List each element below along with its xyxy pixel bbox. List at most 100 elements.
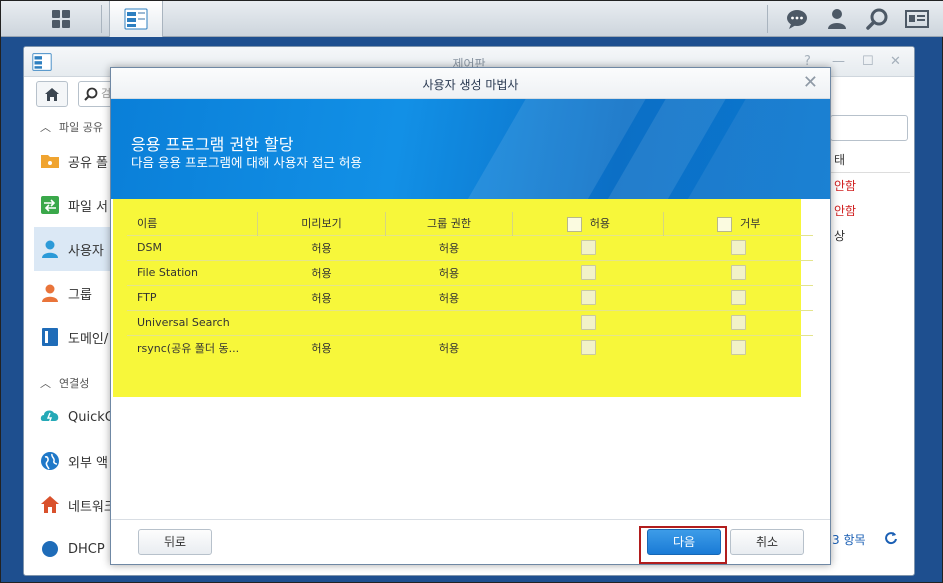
close-icon[interactable]: ✕ — [890, 54, 901, 69]
section-label: 연결성 — [59, 377, 90, 390]
deny-cell — [663, 284, 813, 310]
sidebar-item-label: 그룹 — [68, 287, 92, 303]
group-permission-cell — [385, 309, 513, 335]
notifications-button[interactable] — [777, 1, 817, 37]
taskbar-control-panel-button[interactable] — [109, 1, 163, 37]
status-cell: 안함 — [834, 204, 857, 218]
column-header-deny[interactable]: 거부 — [664, 212, 813, 235]
app-name-cell: rsync(공유 폴더 동... — [127, 334, 258, 360]
quickconnect-icon — [40, 410, 59, 424]
search-button[interactable] — [857, 1, 897, 37]
column-header-group-permission[interactable]: 그룹 권한 — [385, 212, 514, 235]
grid-icon — [52, 10, 70, 28]
group-permission-cell: 허용 — [385, 234, 513, 260]
allow-cell — [512, 234, 664, 260]
deny-cell — [663, 234, 813, 260]
shared-folder-icon — [41, 155, 59, 168]
home-icon — [45, 87, 59, 101]
preview-cell: 허용 — [257, 334, 386, 360]
dhcp-icon — [42, 541, 58, 557]
sidebar-item-label: 도메인/ — [68, 331, 109, 347]
domain-icon — [42, 328, 58, 346]
group-permission-cell: 허용 — [385, 334, 513, 360]
status-cell: 안함 — [834, 179, 857, 193]
deny-checkbox[interactable] — [730, 290, 746, 305]
search-icon — [84, 87, 98, 101]
maximize-icon[interactable]: ☐ — [862, 54, 874, 69]
minimize-icon[interactable]: — — [832, 54, 845, 69]
close-icon[interactable]: ✕ — [803, 72, 818, 93]
table-row[interactable]: rsync(공유 폴더 동... 허용 허용 — [127, 334, 813, 360]
allow-checkbox[interactable] — [580, 340, 596, 356]
user-filter-input[interactable] — [830, 115, 908, 141]
deny-all-checkbox[interactable] — [717, 216, 733, 232]
sidebar-item-label: 네트워크 — [68, 499, 116, 515]
sidebar-item-label: DHCP — [68, 541, 105, 557]
app-name-cell: FTP — [127, 284, 258, 310]
allow-checkbox[interactable] — [580, 315, 596, 330]
app-name-cell: DSM — [127, 234, 258, 260]
deny-cell — [663, 309, 813, 335]
status-cell: 상 — [834, 229, 846, 243]
cancel-button[interactable]: 취소 — [730, 529, 804, 555]
item-count: 3 항목 — [832, 533, 866, 547]
sidebar-section-connectivity[interactable]: ︿ 연결성 — [40, 375, 89, 391]
control-panel-sidebar: ︿ 파일 공유 공유 폴 파일 서 사용자 그룹 도메인/ ︿ 연결성 Quic… — [24, 113, 124, 575]
allow-checkbox[interactable] — [580, 265, 596, 280]
user-creation-wizard: 사용자 생성 마법사 ✕ 응용 프로그램 권한 할당 다음 응용 프로그램에 대… — [110, 67, 831, 565]
app-name-cell: File Station — [127, 259, 258, 285]
back-button[interactable]: 뒤로 — [138, 529, 212, 555]
table-row[interactable]: FTP 허용 허용 — [127, 284, 813, 310]
id-card-icon — [905, 10, 929, 28]
group-permission-cell: 허용 — [385, 259, 513, 285]
table-row[interactable]: File Station 허용 허용 — [127, 259, 813, 285]
user-menu-button[interactable] — [817, 1, 857, 37]
status-column-header[interactable]: 태 — [830, 151, 910, 173]
sidebar-item-label: 외부 액 — [68, 455, 109, 471]
refresh-icon[interactable] — [884, 531, 898, 545]
next-button-highlight — [639, 526, 727, 564]
network-icon — [41, 496, 59, 513]
deny-cell — [663, 334, 813, 360]
deny-label: 거부 — [740, 217, 761, 230]
preview-cell: 허용 — [257, 259, 386, 285]
allow-all-checkbox[interactable] — [566, 216, 582, 232]
column-header-preview[interactable]: 미리보기 — [257, 212, 386, 235]
wizard-titlebar: 사용자 생성 마법사 ✕ — [111, 68, 830, 99]
deny-checkbox[interactable] — [730, 315, 746, 330]
taskbar — [1, 1, 943, 37]
preview-cell: 허용 — [257, 284, 386, 310]
table-header-row: 이름 미리보기 그룹 권한 허용 거부 — [127, 212, 813, 235]
deny-checkbox[interactable] — [730, 340, 746, 356]
sidebar-item-label: 파일 서 — [68, 199, 109, 215]
chevron-up-icon: ︿ — [40, 377, 51, 390]
table-row[interactable]: Universal Search — [127, 309, 813, 335]
deny-checkbox[interactable] — [730, 240, 746, 255]
sidebar-section-file-sharing[interactable]: ︿ 파일 공유 — [40, 119, 103, 135]
group-permission-cell: 허용 — [385, 284, 513, 310]
sidebar-item-label: QuickC — [68, 409, 114, 425]
column-header-allow[interactable]: 허용 — [512, 212, 665, 235]
home-button[interactable] — [36, 81, 68, 107]
control-panel-icon — [124, 8, 148, 30]
user-icon — [828, 9, 846, 29]
search-icon — [866, 8, 888, 30]
deny-checkbox[interactable] — [730, 265, 746, 280]
sidebar-item-label: 사용자 — [68, 243, 104, 259]
column-header-name[interactable]: 이름 — [127, 212, 259, 235]
allow-checkbox[interactable] — [580, 290, 596, 305]
allow-checkbox[interactable] — [580, 240, 596, 255]
widgets-button[interactable] — [897, 1, 937, 37]
main-menu-button[interactable] — [41, 1, 81, 37]
section-label: 파일 공유 — [59, 121, 103, 134]
app-name-cell: Universal Search — [127, 309, 258, 335]
table-row[interactable]: DSM 허용 허용 — [127, 234, 813, 260]
chevron-up-icon: ︿ — [40, 121, 51, 134]
sidebar-item-label: 공유 폴 — [68, 155, 109, 171]
wizard-title: 사용자 생성 마법사 — [422, 78, 519, 92]
allow-cell — [512, 284, 664, 310]
allow-label: 허용 — [589, 217, 610, 230]
allow-cell — [512, 334, 664, 360]
preview-cell — [257, 309, 386, 335]
allow-cell — [512, 309, 664, 335]
